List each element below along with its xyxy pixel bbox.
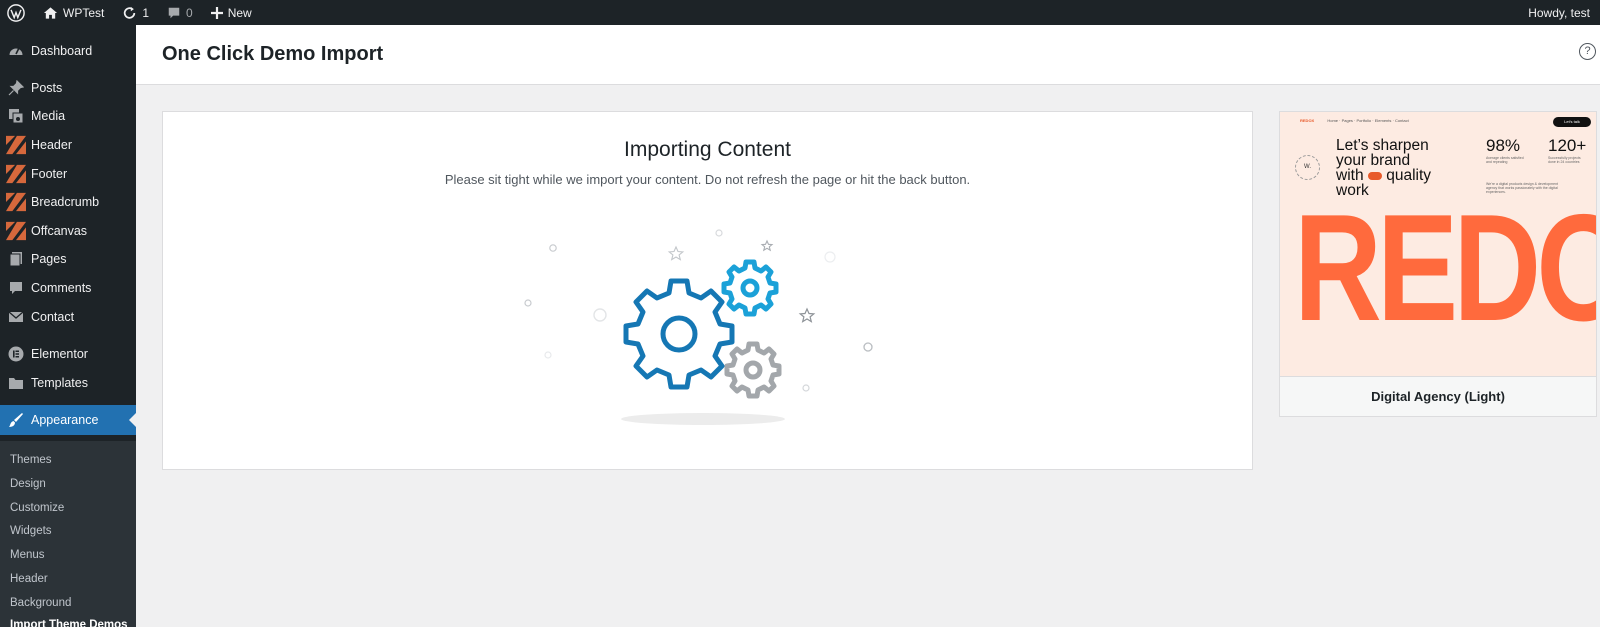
demo-preview-image: REDOX Home · Pages · Portfolio · Element… bbox=[1280, 112, 1596, 376]
sidebar-item-header[interactable]: Header bbox=[0, 130, 136, 160]
comment-icon bbox=[6, 278, 26, 298]
dashboard-icon bbox=[6, 41, 26, 61]
submenu-item-customize[interactable]: Customize bbox=[10, 502, 64, 514]
sidebar-item-label: Offcanvas bbox=[31, 224, 88, 238]
preview-stat-1: 98% bbox=[1486, 136, 1521, 155]
sidebar-item-label: Comments bbox=[31, 281, 92, 295]
submenu-item-widgets[interactable]: Widgets bbox=[10, 525, 52, 537]
preview-stat-2-text: Successfully projects done in 24 countri… bbox=[1548, 156, 1581, 164]
import-subtitle: Please sit tight while we import your co… bbox=[444, 172, 971, 187]
submenu-item-design[interactable]: Design bbox=[10, 478, 46, 490]
sidebar-item-label: Header bbox=[31, 138, 72, 152]
import-title: Importing Content bbox=[624, 138, 791, 161]
submenu-item-import-theme-demos[interactable]: Import Theme Demos bbox=[10, 619, 128, 627]
page-title: One Click Demo Import bbox=[162, 43, 384, 65]
wordpress-logo-button[interactable] bbox=[0, 0, 32, 25]
theme-builder-icon bbox=[6, 192, 26, 212]
preview-big-word: REDOX bbox=[1294, 183, 1596, 353]
sidebar-item-label: Media bbox=[31, 109, 66, 123]
preview-headline-line: your brand bbox=[1336, 152, 1411, 169]
sidebar-item-templates[interactable]: Templates bbox=[0, 368, 136, 398]
updates-icon bbox=[124, 6, 136, 19]
preview-nav-links: Home · Pages · Portfolio · Elements · Co… bbox=[1327, 118, 1409, 123]
appearance-submenu: Themes Design Customize Widgets Menus He… bbox=[0, 441, 136, 627]
home-icon bbox=[43, 6, 58, 19]
updates-count: 1 bbox=[142, 5, 150, 20]
sidebar-item-breadcrumb[interactable]: Breadcrumb bbox=[0, 187, 136, 217]
admin-sidebar: Dashboard Posts Media Header Footer Brea… bbox=[0, 25, 136, 627]
import-progress-panel: Importing Content Please sit tight while… bbox=[162, 111, 1253, 470]
help-button[interactable]: ? bbox=[1579, 43, 1596, 60]
preview-nav-button: Let's talk bbox=[1553, 117, 1591, 127]
submenu-item-themes[interactable]: Themes bbox=[10, 454, 52, 466]
site-name-link[interactable]: WPTest bbox=[36, 0, 111, 25]
sidebar-item-dashboard[interactable]: Dashboard bbox=[0, 36, 136, 66]
gears-illustration bbox=[524, 229, 873, 425]
plus-icon bbox=[210, 6, 223, 19]
preview-stat-1-text: Average clients satisfied and repeating bbox=[1486, 156, 1524, 164]
theme-builder-icon bbox=[6, 164, 26, 184]
comments-count: 0 bbox=[186, 5, 193, 20]
demo-name: Digital Agency (Light) bbox=[1280, 376, 1596, 416]
page-header: One Click Demo Import ? bbox=[136, 25, 1600, 85]
sidebar-item-media[interactable]: Media bbox=[0, 101, 136, 131]
pages-icon bbox=[6, 249, 26, 269]
media-icon bbox=[6, 106, 26, 126]
sidebar-item-label: Pages bbox=[31, 252, 67, 266]
sidebar-item-label: Posts bbox=[31, 81, 63, 95]
folder-icon bbox=[6, 373, 26, 393]
submenu-item-header[interactable]: Header bbox=[10, 573, 48, 585]
sidebar-item-pages[interactable]: Pages bbox=[0, 244, 136, 274]
sidebar-item-label: Breadcrumb bbox=[31, 195, 100, 209]
sidebar-item-label: Dashboard bbox=[31, 44, 93, 58]
sidebar-item-elementor[interactable]: Elementor bbox=[0, 339, 136, 369]
sidebar-item-appearance[interactable]: Appearance bbox=[0, 405, 136, 435]
sidebar-item-label: Elementor bbox=[31, 347, 88, 361]
elementor-icon bbox=[6, 344, 26, 364]
preview-pill bbox=[1367, 171, 1382, 180]
preview-headline-word: quality bbox=[1386, 167, 1432, 184]
preview-headline-line: with quality bbox=[1336, 167, 1476, 184]
new-content-link[interactable]: New bbox=[204, 0, 259, 25]
submenu-item-background[interactable]: Background bbox=[10, 597, 71, 609]
submenu-item-menus[interactable]: Menus bbox=[10, 549, 45, 561]
paintbrush-icon bbox=[6, 410, 26, 430]
demo-card[interactable]: REDOX Home · Pages · Portfolio · Element… bbox=[1279, 111, 1597, 417]
preview-badge: W. bbox=[1295, 155, 1320, 180]
updates-link[interactable]: 1 bbox=[115, 0, 156, 25]
site-name-label: WPTest bbox=[63, 5, 105, 20]
my-account-link[interactable]: Howdy, test bbox=[1521, 0, 1600, 25]
sidebar-item-label: Appearance bbox=[31, 413, 99, 427]
preview-nav: REDOX Home · Pages · Portfolio · Element… bbox=[1300, 118, 1409, 123]
preview-logo: REDOX bbox=[1300, 118, 1315, 123]
sidebar-item-contact[interactable]: Contact bbox=[0, 302, 136, 332]
mail-icon bbox=[6, 307, 26, 327]
admin-bar: WPTest 1 0 New Howdy, test bbox=[0, 0, 1600, 25]
comments-link[interactable]: 0 bbox=[160, 0, 200, 25]
sidebar-item-comments[interactable]: Comments bbox=[0, 273, 136, 303]
wordpress-icon bbox=[7, 3, 25, 22]
sidebar-item-label: Templates bbox=[31, 376, 88, 390]
theme-builder-icon bbox=[6, 221, 26, 241]
preview-stat-2: 120+ bbox=[1548, 136, 1587, 155]
comment-icon bbox=[168, 7, 180, 18]
sidebar-item-label: Contact bbox=[31, 310, 75, 324]
sidebar-item-footer[interactable]: Footer bbox=[0, 159, 136, 189]
theme-builder-icon bbox=[6, 135, 26, 155]
sidebar-item-posts[interactable]: Posts bbox=[0, 73, 136, 103]
preview-headline-line: Let’s sharpen bbox=[1336, 137, 1429, 154]
greeting-label: Howdy, test bbox=[1528, 5, 1590, 20]
sidebar-item-label: Footer bbox=[31, 167, 68, 181]
new-label: New bbox=[227, 5, 252, 20]
sidebar-item-offcanvas[interactable]: Offcanvas bbox=[0, 216, 136, 246]
pin-icon bbox=[6, 78, 26, 98]
